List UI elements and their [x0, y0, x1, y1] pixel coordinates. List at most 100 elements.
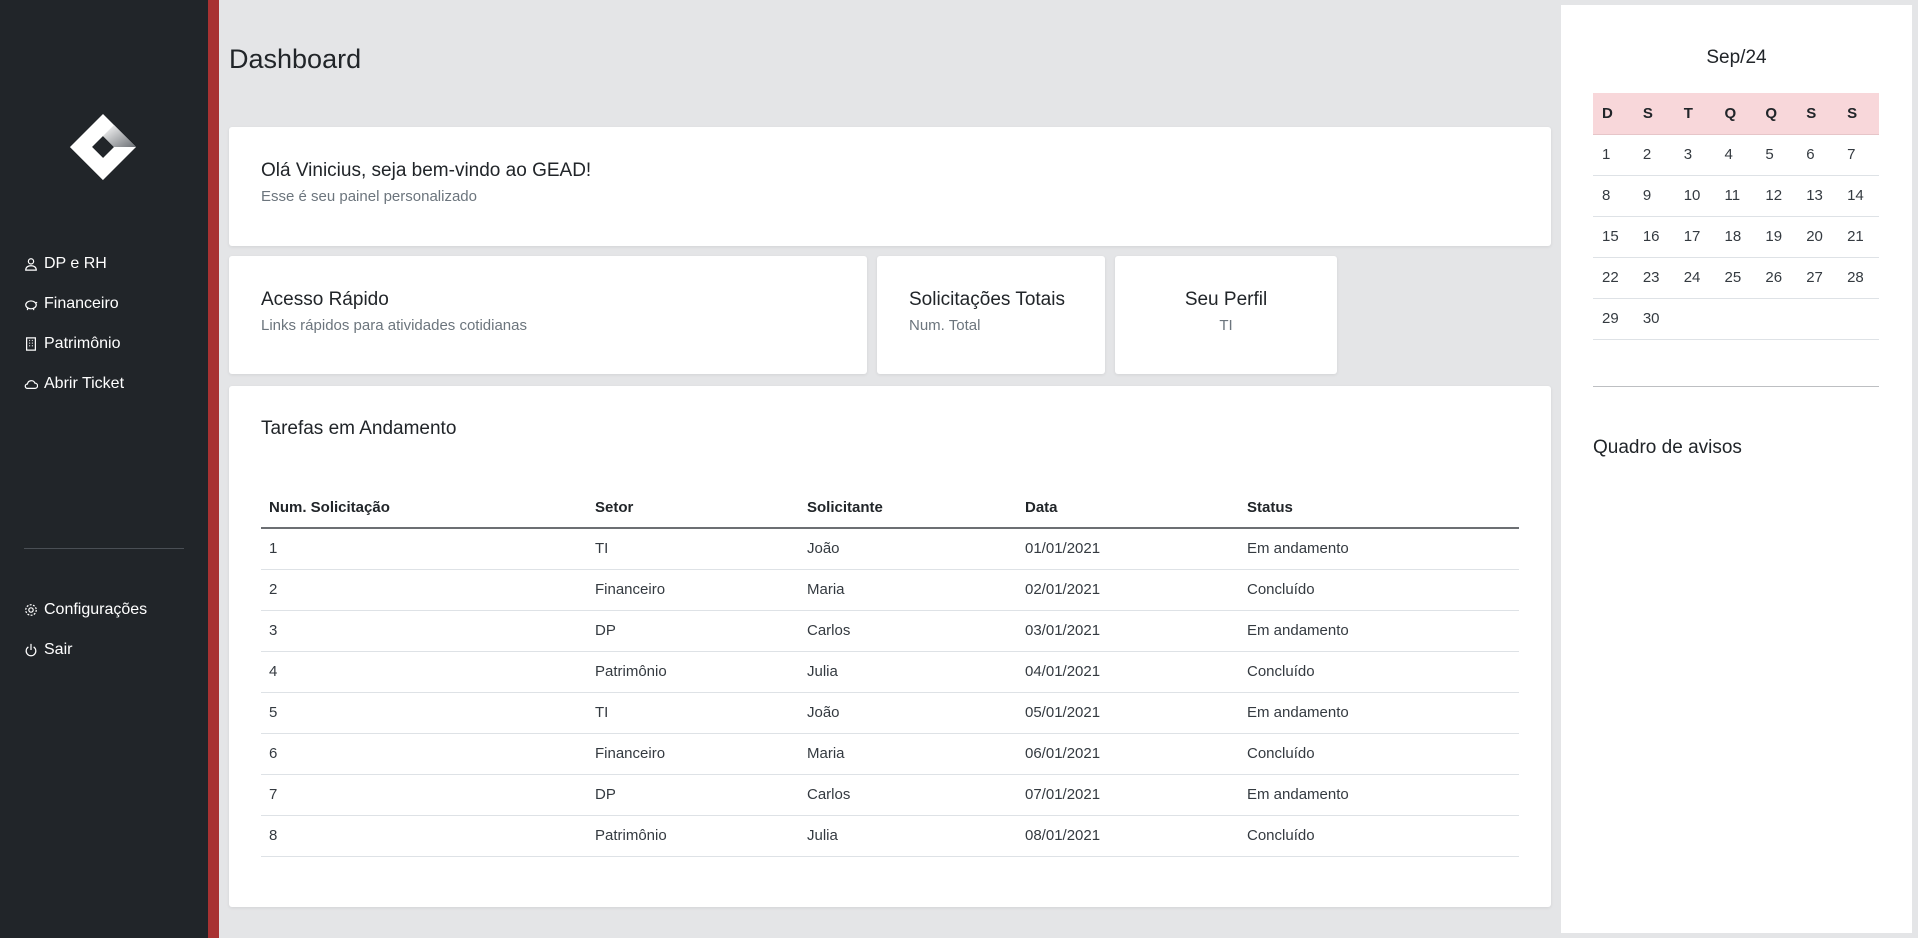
table-cell: 04/01/2021: [1017, 651, 1239, 693]
calendar-weekday: Q: [1756, 93, 1798, 135]
table-cell: Concluído: [1239, 733, 1519, 775]
nav-item-sair[interactable]: Sair: [24, 630, 147, 670]
page-title: Dashboard: [229, 44, 362, 74]
calendar-day[interactable]: [1756, 298, 1798, 340]
calendar-day[interactable]: 22: [1593, 257, 1634, 299]
table-cell: 2: [261, 569, 587, 611]
calendar-day[interactable]: 12: [1756, 175, 1798, 217]
table-row[interactable]: 8 Patrimônio Julia 08/01/2021 Concluído: [261, 815, 1519, 857]
calendar-day[interactable]: 23: [1633, 257, 1675, 299]
calendar-day[interactable]: 6: [1797, 134, 1839, 176]
table-row[interactable]: 6 Financeiro Maria 06/01/2021 Concluído: [261, 733, 1519, 775]
calendar-weekday: S: [1838, 93, 1879, 135]
welcome-card: Olá Vinicius, seja bem-vindo ao GEAD! Es…: [229, 127, 1551, 246]
table-cell: 08/01/2021: [1017, 815, 1239, 857]
nav-item-financeiro[interactable]: Financeiro: [24, 284, 124, 324]
calendar-weekday: T: [1674, 93, 1716, 135]
table-cell: Maria: [799, 569, 1017, 611]
calendar-day[interactable]: 7: [1838, 134, 1879, 176]
calendar-day[interactable]: [1715, 298, 1757, 340]
calendar-day[interactable]: 25: [1715, 257, 1757, 299]
tasks-table: Num. Solicitação Setor Solicitante Data …: [261, 488, 1519, 857]
nav-item-dp-rh[interactable]: DP e RH: [24, 244, 124, 284]
calendar-day[interactable]: 27: [1797, 257, 1839, 299]
table-cell: Carlos: [799, 774, 1017, 816]
calendar-week: 8 9 10 11 12 13 14: [1593, 175, 1879, 217]
column-header: Num. Solicitação: [261, 488, 587, 529]
cloud-icon: [24, 380, 38, 389]
table-cell: 07/01/2021: [1017, 774, 1239, 816]
total-requests-subtitle: Num. Total: [909, 317, 981, 334]
calendar-day[interactable]: 30: [1633, 298, 1675, 340]
nav-label: Abrir Ticket: [44, 375, 125, 392]
table-header-row: Num. Solicitação Setor Solicitante Data …: [261, 488, 1519, 529]
calendar-day[interactable]: 26: [1756, 257, 1798, 299]
profile-title: Seu Perfil: [1184, 289, 1268, 310]
calendar-day[interactable]: 28: [1838, 257, 1879, 299]
table-cell: TI: [587, 528, 799, 570]
gear-icon: [25, 604, 37, 616]
nav-item-patrimonio[interactable]: Patrimônio: [24, 324, 124, 364]
table-cell: DP: [587, 610, 799, 652]
calendar-day[interactable]: 10: [1674, 175, 1716, 217]
table-cell: 3: [261, 610, 587, 652]
calendar-day[interactable]: 2: [1633, 134, 1675, 176]
table-cell: 01/01/2021: [1017, 528, 1239, 570]
profile-card[interactable]: Seu Perfil TI: [1115, 256, 1337, 374]
calendar-day[interactable]: 15: [1593, 216, 1634, 258]
calendar-day[interactable]: 9: [1633, 175, 1675, 217]
calendar-day[interactable]: 19: [1756, 216, 1798, 258]
nav-item-abrir-ticket[interactable]: Abrir Ticket: [24, 364, 124, 404]
table-row[interactable]: 7 DP Carlos 07/01/2021 Em andamento: [261, 774, 1519, 816]
calendar-day[interactable]: 1: [1593, 134, 1634, 176]
calendar-day[interactable]: 18: [1715, 216, 1757, 258]
quick-access-title: Acesso Rápido: [261, 289, 389, 310]
calendar-day[interactable]: 24: [1674, 257, 1716, 299]
table-cell: Concluído: [1239, 651, 1519, 693]
table-cell: Patrimônio: [587, 651, 799, 693]
nav-label: Configurações: [44, 601, 148, 618]
calendar-day[interactable]: [1838, 298, 1879, 340]
table-row[interactable]: 2 Financeiro Maria 02/01/2021 Concluído: [261, 569, 1519, 611]
building-icon: [26, 337, 36, 351]
secondary-nav: Configurações Sair: [24, 590, 147, 670]
calendar-day[interactable]: 11: [1715, 175, 1757, 217]
calendar-day[interactable]: 20: [1797, 216, 1839, 258]
calendar-weekday: S: [1797, 93, 1839, 135]
welcome-title: Olá Vinicius, seja bem-vindo ao GEAD!: [261, 160, 592, 181]
table-cell: Em andamento: [1239, 692, 1519, 734]
table-row[interactable]: 3 DP Carlos 03/01/2021 Em andamento: [261, 610, 1519, 652]
calendar-weekday: S: [1633, 93, 1675, 135]
calendar-weekday: D: [1593, 93, 1634, 135]
calendar-day[interactable]: [1674, 298, 1716, 340]
calendar-day[interactable]: 8: [1593, 175, 1634, 217]
sidebar-divider: [24, 548, 184, 549]
calendar-day[interactable]: 14: [1838, 175, 1879, 217]
calendar-day[interactable]: [1797, 298, 1839, 340]
calendar-day[interactable]: 16: [1633, 216, 1675, 258]
sidebar: DP e RH Financeiro Patrimônio Abrir Tick…: [0, 0, 208, 938]
calendar-day[interactable]: 21: [1838, 216, 1879, 258]
table-cell: 05/01/2021: [1017, 692, 1239, 734]
calendar-day[interactable]: 3: [1674, 134, 1716, 176]
calendar-week: 15 16 17 18 19 20 21: [1593, 216, 1879, 258]
nav-label: Sair: [44, 641, 73, 658]
total-requests-card[interactable]: Solicitações Totais Num. Total: [877, 256, 1105, 374]
calendar-day[interactable]: 5: [1756, 134, 1798, 176]
quick-access-card[interactable]: Acesso Rápido Links rápidos para ativida…: [229, 256, 867, 374]
calendar-week: 29 30: [1593, 298, 1879, 340]
calendar-day[interactable]: 29: [1593, 298, 1634, 340]
column-header: Solicitante: [799, 488, 1017, 529]
app-logo[interactable]: [68, 112, 138, 182]
table-cell: Financeiro: [587, 569, 799, 611]
column-header: Data: [1017, 488, 1239, 529]
table-row[interactable]: 4 Patrimônio Julia 04/01/2021 Concluído: [261, 651, 1519, 693]
calendar-day[interactable]: 17: [1674, 216, 1716, 258]
nav-item-configuracoes[interactable]: Configurações: [24, 590, 147, 630]
table-row[interactable]: 5 TI João 05/01/2021 Em andamento: [261, 692, 1519, 734]
calendar-day[interactable]: 4: [1715, 134, 1757, 176]
table-row[interactable]: 1 TI João 01/01/2021 Em andamento: [261, 528, 1519, 570]
calendar: D S T Q Q S S 1 2 3 4 5 6 7 8 9 10 11 12 13 14 15 16 17 1…: [1593, 93, 1879, 340]
table-cell: 4: [261, 651, 587, 693]
calendar-day[interactable]: 13: [1797, 175, 1839, 217]
